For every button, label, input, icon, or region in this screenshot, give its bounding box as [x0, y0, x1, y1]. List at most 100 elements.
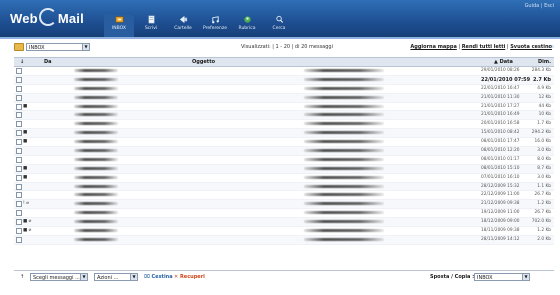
row-subject-redacted[interactable] — [304, 157, 384, 161]
column-size[interactable]: Dim. — [538, 58, 551, 66]
table-row[interactable]: 22/01/2010 07:59 2.7 Kb — [14, 75, 554, 85]
row-subject-redacted[interactable] — [304, 122, 384, 126]
row-sender-redacted — [74, 202, 118, 206]
row-subject-redacted[interactable] — [304, 193, 384, 197]
column-subject[interactable]: Oggetto — [192, 58, 215, 66]
table-row[interactable]: ■ 08/01/2010 15:10 8.7 Kb — [14, 164, 554, 174]
row-size: 1.1 Kb — [537, 183, 551, 189]
table-row[interactable]: ! ⌀ 21/12/2009 09:38 1.2 Kb — [14, 200, 554, 210]
table-row[interactable]: ■ 07/01/2010 16:10 3.0 Kb — [14, 174, 554, 183]
row-subject-redacted[interactable] — [304, 86, 384, 90]
row-size: 3.0 Kb — [537, 148, 551, 154]
search-icon — [275, 15, 283, 23]
nav-preferences[interactable]: Preferenze — [200, 15, 230, 37]
row-checkbox[interactable] — [16, 156, 22, 163]
row-subject-redacted[interactable] — [304, 113, 384, 117]
undelete-button[interactable]: ✕ Recuperi — [174, 274, 205, 280]
sort-toggle[interactable]: ↓ — [20, 58, 24, 66]
row-checkbox[interactable] — [16, 210, 22, 217]
row-subject-redacted[interactable] — [304, 149, 384, 153]
folder-select[interactable]: INBOX ▼ — [26, 43, 90, 51]
row-checkbox[interactable] — [16, 94, 22, 101]
row-size: 1.2 Kb — [537, 228, 551, 234]
table-row[interactable]: ■ ⌀ 18/11/2009 09:38 1.2 Kb — [14, 227, 554, 236]
nav-folders[interactable]: Cartelle — [168, 15, 198, 37]
empty-trash-link[interactable]: Svuota cestino — [510, 44, 552, 50]
row-subject-redacted[interactable] — [304, 175, 384, 179]
column-date[interactable]: ▲ Data — [494, 58, 513, 66]
row-date: 22/01/2010 16:47 — [481, 85, 520, 91]
nav-inbox[interactable]: INBOX — [104, 15, 134, 37]
row-checkbox[interactable] — [16, 85, 22, 92]
table-row[interactable]: 21/01/2010 11:30 12 Kb — [14, 93, 554, 103]
table-row[interactable]: 22/12/2009 11:00 26.7 Kb — [14, 191, 554, 201]
row-sender-redacted — [74, 122, 118, 126]
row-checkbox[interactable] — [16, 130, 22, 137]
table-row[interactable]: 28/11/2009 14:12 2.0 Kb — [14, 235, 554, 245]
nav-search[interactable]: Cerca — [264, 15, 294, 37]
table-row[interactable]: 20/01/2010 16:58 1.7 Kb — [14, 120, 554, 130]
table-row[interactable]: 08/01/2010 01:17 8.0 Kb — [14, 156, 554, 165]
row-checkbox[interactable] — [16, 121, 22, 128]
refresh-link[interactable]: Aggiorna mappa — [410, 44, 456, 50]
row-subject-redacted[interactable] — [304, 211, 384, 215]
row-size: 10 Kb — [538, 112, 551, 118]
row-subject-redacted[interactable] — [304, 69, 384, 72]
row-checkbox[interactable] — [16, 219, 22, 226]
row-subject-redacted[interactable] — [304, 140, 384, 144]
nav-compose[interactable]: Scrivi — [136, 15, 166, 37]
table-row[interactable]: 19/12/2009 11:00 26.7 Kb — [14, 209, 554, 219]
row-checkbox[interactable] — [16, 148, 22, 155]
move-target-select[interactable]: INBOX ▼ — [474, 273, 530, 281]
chevron-down-icon: ▼ — [82, 44, 89, 50]
actions-dropdown[interactable]: Azioni ... ▼ — [94, 273, 138, 281]
row-size: 26.7 Kb — [534, 210, 551, 216]
row-checkbox[interactable] — [16, 236, 22, 243]
row-flags: ■ — [23, 130, 28, 136]
mark-all-read-link[interactable]: Rendi tutti letti — [462, 44, 506, 50]
column-from[interactable]: Da — [44, 58, 52, 66]
table-row[interactable]: ■ 08/01/2010 17:47 16.0 Kb — [14, 138, 554, 148]
row-checkbox[interactable] — [16, 68, 22, 74]
row-subject-redacted[interactable] — [304, 202, 384, 206]
row-sender-redacted — [74, 157, 118, 161]
row-subject-redacted[interactable] — [304, 95, 384, 99]
row-checkbox[interactable] — [16, 139, 22, 146]
table-row[interactable]: 08/01/2010 12:20 3.0 Kb — [14, 147, 554, 156]
row-sender-redacted — [74, 149, 118, 153]
row-sender-redacted — [74, 175, 118, 179]
table-row[interactable]: ■ ⌀ 18/12/2009 09:00 702.0 Kb — [14, 218, 554, 228]
table-row[interactable]: 22/01/2010 16:47 4.9 Kb — [14, 85, 554, 94]
row-subject-redacted[interactable] — [304, 237, 384, 241]
row-checkbox[interactable] — [16, 192, 22, 199]
row-subject-redacted[interactable] — [304, 77, 384, 81]
row-subject-redacted[interactable] — [304, 184, 384, 188]
table-row[interactable]: ■ 21/01/2010 17:27 44 Kb — [14, 103, 554, 112]
row-subject-redacted[interactable] — [304, 104, 384, 108]
row-sender-redacted — [74, 95, 118, 99]
message-list: 29/01/2010 08:26 284.3 Kb 22/01/2010 07:59… — [14, 67, 554, 245]
select-messages-dropdown[interactable]: Scegli messaggi ... ▼ — [30, 273, 88, 281]
row-checkbox[interactable] — [16, 174, 22, 181]
row-checkbox[interactable] — [16, 103, 22, 110]
row-checkbox[interactable] — [16, 183, 22, 190]
trash-icon: ⌧ — [144, 274, 150, 280]
row-subject-redacted[interactable] — [304, 166, 384, 170]
row-checkbox[interactable] — [16, 228, 22, 235]
table-row[interactable]: 28/12/2009 15:32 1.1 Kb — [14, 182, 554, 192]
nav-addressbook[interactable]: Rubrica — [232, 15, 262, 37]
row-checkbox[interactable] — [16, 201, 22, 208]
table-row[interactable]: ■ 15/01/2010 08:42 294.2 Kb — [14, 129, 554, 139]
row-checkbox[interactable] — [16, 165, 22, 172]
row-checkbox[interactable] — [16, 112, 22, 119]
top-right-links[interactable]: Guida | Esci — [525, 3, 554, 9]
row-subject-redacted[interactable] — [304, 220, 384, 224]
table-row[interactable]: 21/01/2010 16:49 10 Kb — [14, 111, 554, 121]
row-subject-redacted[interactable] — [304, 131, 384, 135]
table-row[interactable]: 29/01/2010 08:26 284.3 Kb — [14, 67, 554, 76]
row-subject-redacted[interactable] — [304, 229, 384, 233]
delete-button[interactable]: ⌧ Cestina — [144, 274, 173, 280]
window-controls[interactable] — [546, 33, 556, 48]
row-checkbox[interactable] — [16, 76, 22, 83]
chevron-down-icon: ▼ — [80, 274, 87, 280]
